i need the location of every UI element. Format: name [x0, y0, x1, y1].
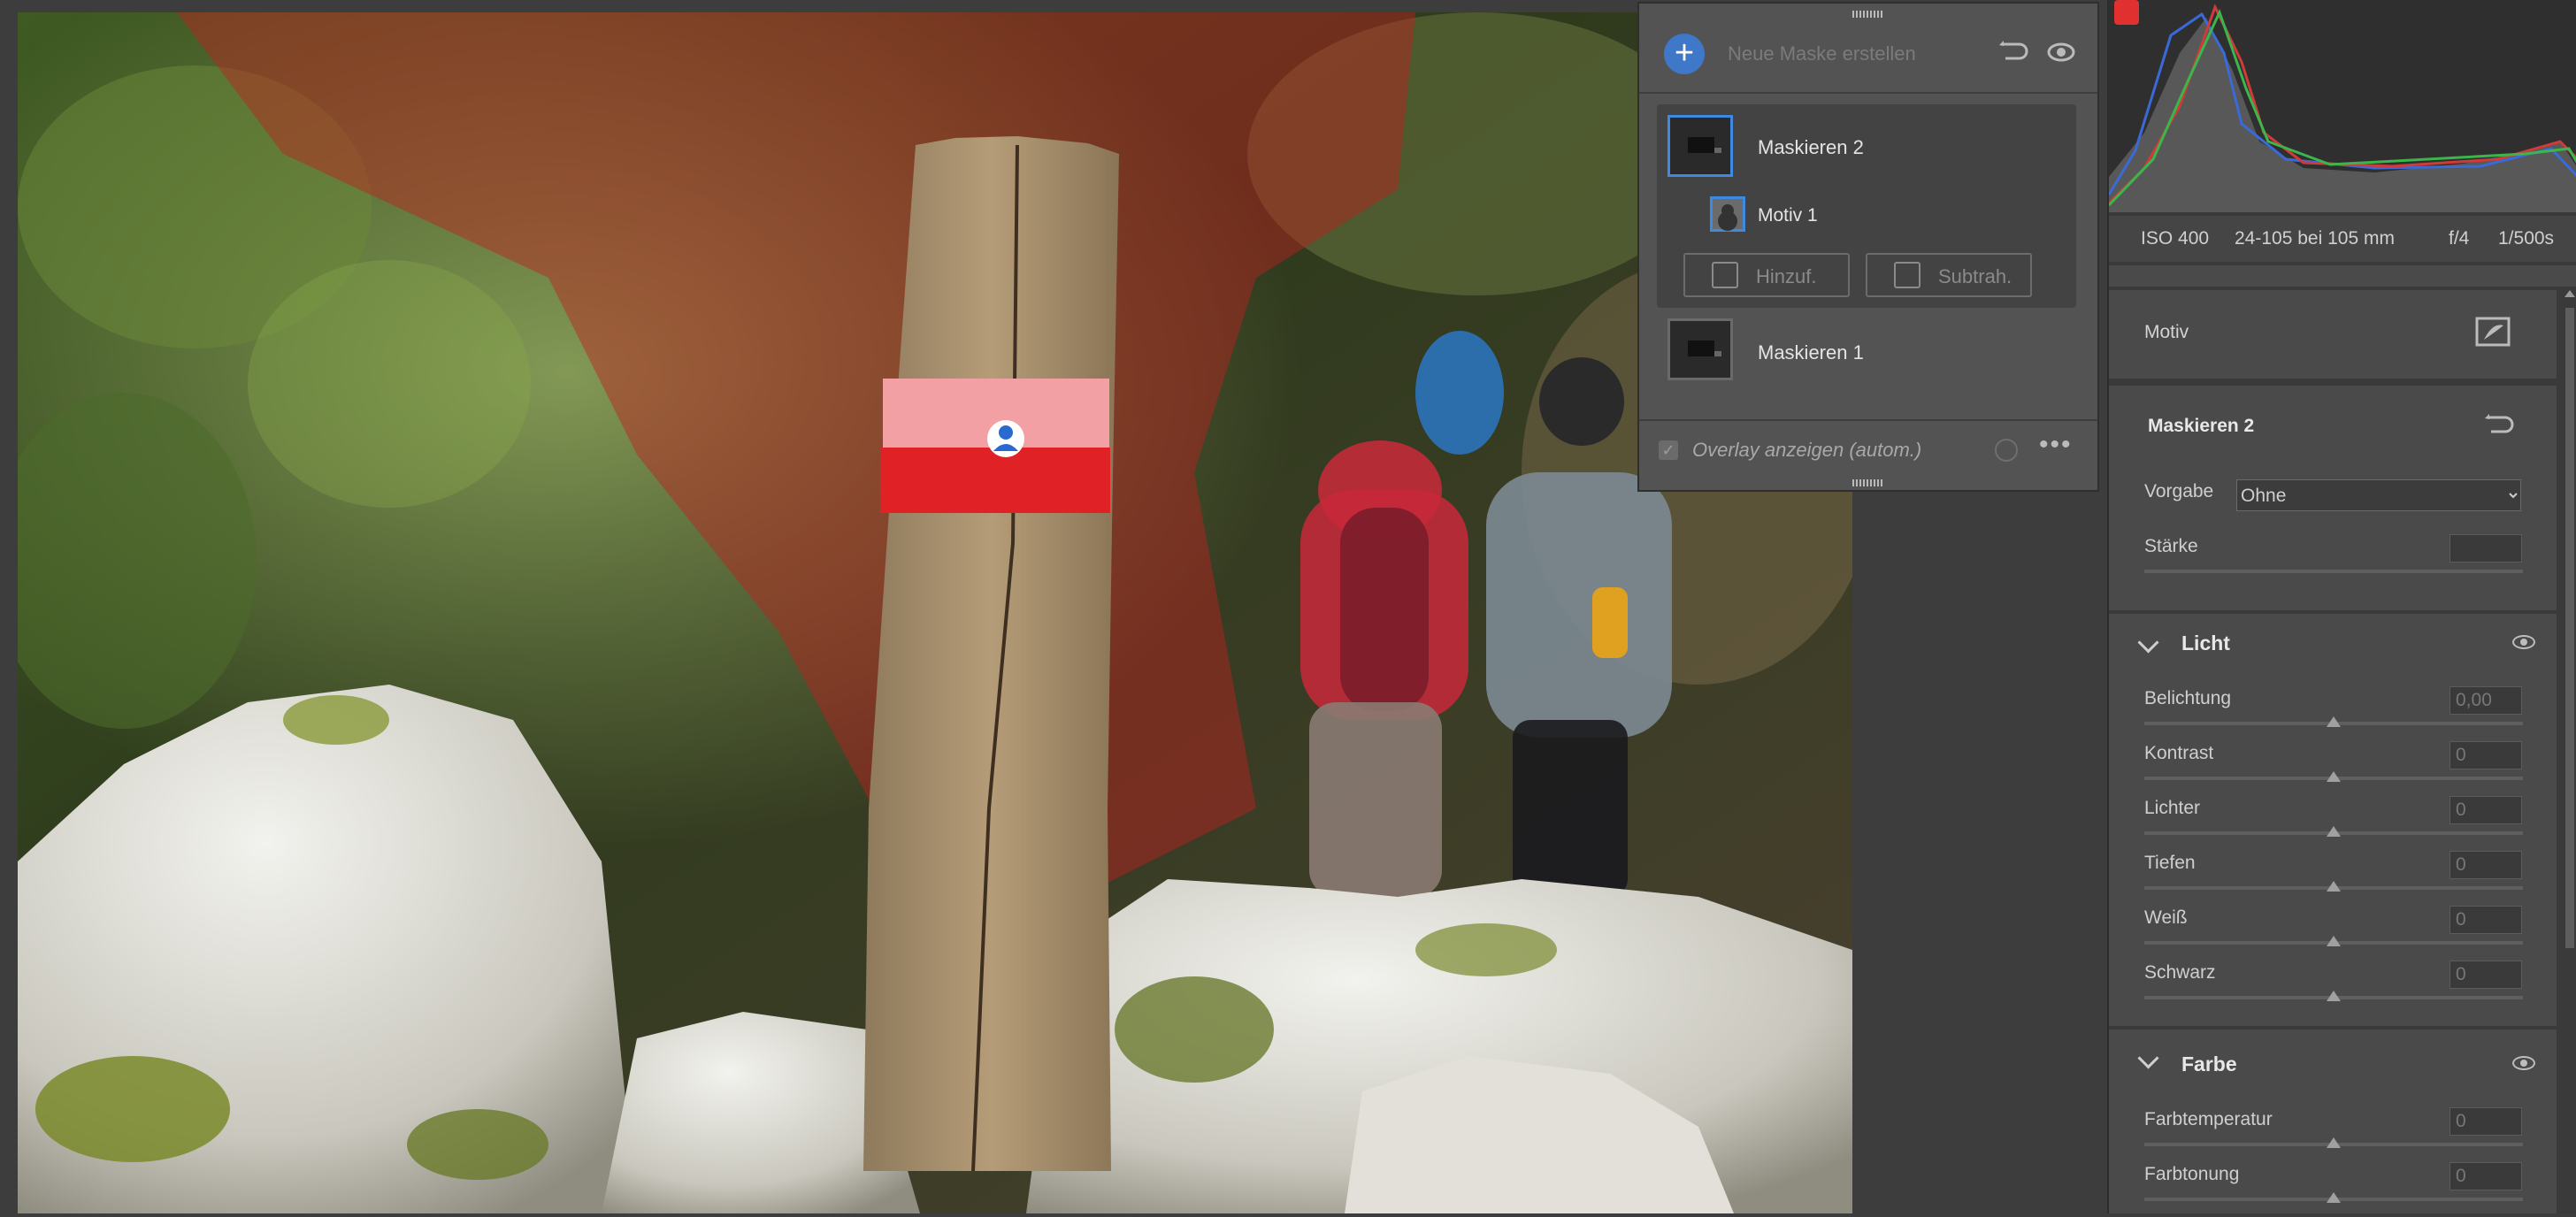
staerke-slider[interactable]: Stärke — [2109, 534, 2557, 589]
overlay-checkbox[interactable]: ✓ — [1659, 440, 1678, 460]
eye-icon[interactable] — [2512, 635, 2535, 649]
add-component-label: Hinzuf. — [1756, 265, 1817, 287]
histogram — [2107, 0, 2576, 212]
right-panel: ISO 400 24-105 bei 105 mm f/4 1/500s Mot… — [2107, 0, 2576, 1213]
highlight-clipping-icon[interactable] — [2114, 0, 2139, 25]
reset-mask-icon[interactable] — [2484, 412, 2514, 439]
eye-icon[interactable] — [2046, 39, 2076, 65]
mask-thumbnail-2[interactable] — [1668, 115, 1733, 177]
exif-iso: ISO 400 — [2141, 228, 2210, 249]
motiv-section[interactable]: Motiv — [2109, 290, 2557, 379]
subtract-component-label: Subtrah. — [1938, 265, 2012, 287]
component-name[interactable]: Motiv 1 — [1758, 205, 1818, 226]
mask-name[interactable]: Maskieren 1 — [1758, 341, 1864, 364]
panel-scrollbar[interactable] — [2562, 287, 2576, 1213]
add-mask-button[interactable]: + — [1664, 34, 1705, 74]
slider-value[interactable]: 0 — [2450, 961, 2522, 989]
slider-label: Farbtemperatur — [2144, 1109, 2273, 1129]
farbe-section: Farbe Farbtemperatur 0 Farbtonung 0 — [2109, 1029, 2557, 1213]
subtract-icon — [1894, 262, 1920, 288]
slider-thumb[interactable] — [2327, 826, 2341, 837]
slider-track[interactable] — [2144, 570, 2523, 573]
exif-shutter: 1/500s — [2498, 228, 2555, 249]
scrollbar-thumb[interactable] — [2565, 308, 2574, 948]
belichtung-slider[interactable]: Belichtung 0,00 — [2109, 686, 2557, 741]
slider-value[interactable]: 0 — [2450, 741, 2522, 769]
mask-list: Maskieren 2 Motiv 1 Hinzuf. Subtrah. — [1657, 104, 2076, 308]
slider-label: Weiß — [2144, 907, 2188, 928]
slider-thumb[interactable] — [2327, 881, 2341, 892]
scroll-up-icon[interactable] — [2564, 290, 2575, 297]
more-options-icon[interactable]: ••• — [2039, 430, 2073, 460]
new-mask-label[interactable]: Neue Maske erstellen — [1728, 42, 1916, 65]
mask-settings-title: Maskieren 2 — [2148, 416, 2255, 436]
overlay-row: ✓ Overlay anzeigen (autom.) ••• — [1639, 419, 2097, 474]
eye-icon[interactable] — [2512, 1056, 2535, 1070]
staerke-value[interactable] — [2450, 534, 2522, 563]
exif-aperture: f/4 — [2449, 228, 2470, 249]
slider-value[interactable]: 0,00 — [2450, 686, 2522, 715]
subject-pin-icon[interactable] — [987, 420, 1024, 457]
farbe-title[interactable]: Farbe — [2181, 1052, 2237, 1076]
slider-label: Belichtung — [2144, 688, 2232, 708]
panel-divider — [2109, 265, 2576, 287]
staerke-label: Stärke — [2144, 536, 2198, 556]
slider-label: Kontrast — [2144, 743, 2214, 763]
slider-thumb[interactable] — [2327, 1192, 2341, 1203]
lichter-slider[interactable]: Lichter 0 — [2109, 796, 2557, 851]
panel-drag-handle-bottom[interactable] — [1852, 479, 1884, 486]
photo-image — [18, 12, 1852, 1213]
photo-canvas[interactable] — [18, 12, 1852, 1213]
farbtemperatur-slider[interactable]: Farbtemperatur 0 — [2109, 1107, 2557, 1162]
slider-thumb[interactable] — [2327, 991, 2341, 1001]
slider-label: Tiefen — [2144, 853, 2196, 873]
slider-value[interactable]: 0 — [2450, 851, 2522, 879]
histogram-graph — [2107, 4, 2576, 212]
subject-mask-icon[interactable] — [2475, 317, 2511, 347]
licht-title[interactable]: Licht — [2181, 631, 2230, 655]
slider-value[interactable]: 0 — [2450, 1162, 2522, 1190]
farbtonung-slider[interactable]: Farbtonung 0 — [2109, 1162, 2557, 1217]
slider-label: Lichter — [2144, 798, 2201, 818]
licht-section: Licht Belichtung 0,00 Kontrast 0 Lichter… — [2109, 614, 2557, 1026]
reset-icon[interactable] — [1998, 39, 2028, 65]
slider-thumb[interactable] — [2327, 771, 2341, 782]
exif-bar: ISO 400 24-105 bei 105 mm f/4 1/500s — [2109, 216, 2576, 262]
slider-value[interactable]: 0 — [2450, 1107, 2522, 1136]
slider-thumb[interactable] — [2327, 1137, 2341, 1148]
slider-value[interactable]: 0 — [2450, 796, 2522, 824]
mask-toolbar: + Neue Maske erstellen — [1639, 4, 2097, 94]
weiss-slider[interactable]: Weiß 0 — [2109, 906, 2557, 961]
mask-settings-section: Maskieren 2 Vorgabe Ohne Stärke — [2109, 386, 2557, 610]
slider-thumb[interactable] — [2327, 936, 2341, 946]
mask-thumbnail-1[interactable] — [1668, 318, 1733, 380]
tiefen-slider[interactable]: Tiefen 0 — [2109, 851, 2557, 906]
subtract-component-button[interactable]: Subtrah. — [1866, 253, 2032, 297]
exif-lens: 24-105 bei 105 mm — [2235, 228, 2395, 249]
chevron-down-icon[interactable] — [2137, 1047, 2159, 1069]
slider-value[interactable]: 0 — [2450, 906, 2522, 934]
chevron-down-icon[interactable] — [2137, 631, 2159, 654]
overlay-label[interactable]: Overlay anzeigen (autom.) — [1692, 439, 1921, 462]
add-icon — [1712, 262, 1738, 288]
motiv-label: Motiv — [2144, 322, 2189, 342]
slider-thumb[interactable] — [2327, 716, 2341, 727]
mask-panel: + Neue Maske erstellen Maskieren 2 Motiv… — [1637, 2, 2099, 492]
subject-component-icon[interactable] — [1710, 196, 1745, 232]
vorgabe-select[interactable]: Ohne — [2236, 479, 2521, 511]
vorgabe-label: Vorgabe — [2144, 481, 2214, 501]
kontrast-slider[interactable]: Kontrast 0 — [2109, 741, 2557, 796]
mask-name[interactable]: Maskieren 2 — [1758, 136, 1864, 159]
add-component-button[interactable]: Hinzuf. — [1683, 253, 1850, 297]
slider-label: Schwarz — [2144, 962, 2216, 983]
schwarz-slider[interactable]: Schwarz 0 — [2109, 961, 2557, 1015]
slider-label: Farbtonung — [2144, 1164, 2240, 1184]
overlay-color-swatch[interactable] — [1995, 439, 2018, 462]
